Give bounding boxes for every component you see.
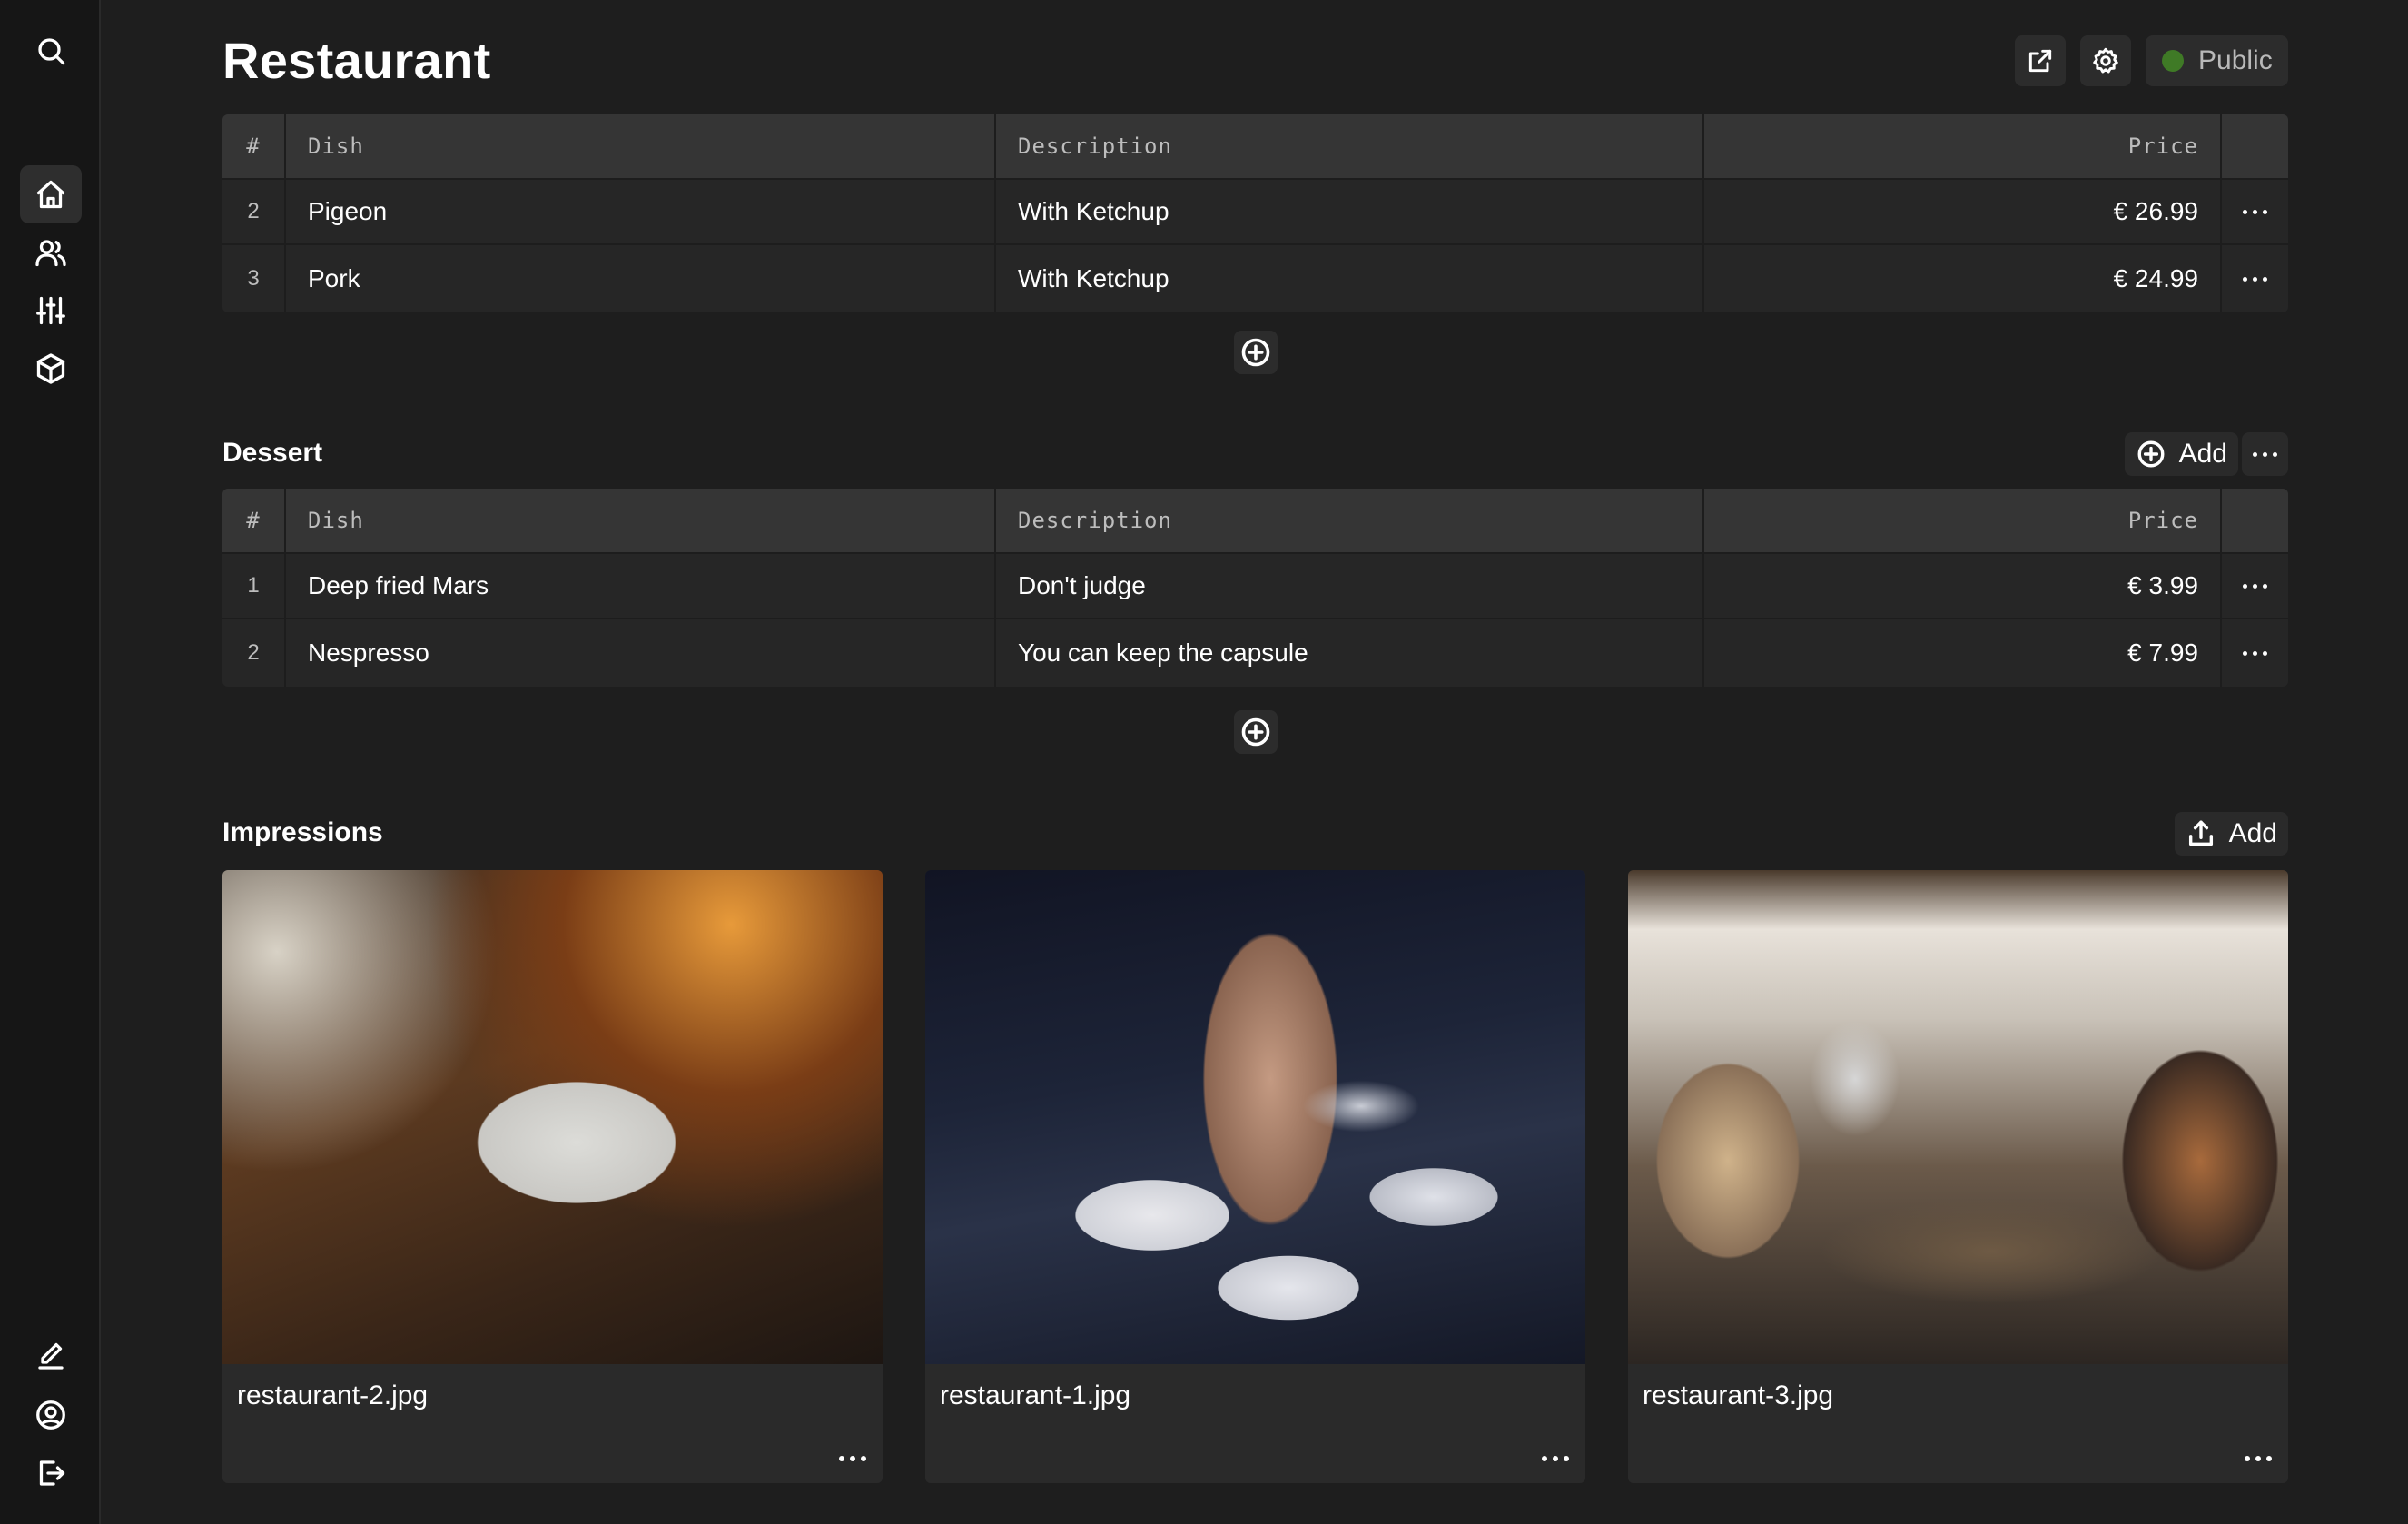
upload-icon (2188, 820, 2213, 846)
table-row[interactable]: 2 Nespresso You can keep the capsule € 7… (222, 619, 2288, 687)
dessert-add-label: Add (2178, 439, 2227, 469)
main-dishes-table: # Dish Description Price 2 Pigeon With K… (222, 114, 2288, 312)
row-number: 2 (222, 180, 286, 243)
column-header-actions (2222, 114, 2288, 178)
impressions-actions: Add (2174, 812, 2288, 856)
logout-button[interactable] (20, 1444, 82, 1502)
home-icon (36, 180, 65, 209)
dessert-add-button[interactable]: Add (2124, 432, 2238, 476)
dish-price[interactable]: € 7.99 (1704, 619, 2222, 687)
visibility-toggle[interactable]: Public (2146, 35, 2288, 86)
column-header-price[interactable]: Price (1704, 114, 2222, 178)
image-card[interactable]: restaurant-2.jpg (222, 870, 883, 1483)
sliders-icon (36, 296, 65, 325)
column-header-description[interactable]: Description (996, 489, 1704, 552)
image-menu-button[interactable] (2245, 1456, 2272, 1461)
main-content: Restaurant Public # Dish Description Pri… (222, 0, 2288, 1524)
image-thumbnail[interactable] (222, 870, 883, 1364)
dish-description[interactable]: With Ketchup (996, 180, 1704, 243)
more-icon (1542, 1456, 1569, 1461)
more-icon (2253, 451, 2277, 457)
users-icon (35, 240, 66, 267)
dessert-table: # Dish Description Price 1 Deep fried Ma… (222, 489, 2288, 687)
image-thumbnail[interactable] (925, 870, 1585, 1364)
dish-name[interactable]: Pork (286, 245, 996, 312)
impressions-upload-button[interactable]: Add (2174, 812, 2288, 856)
column-header-actions (2222, 489, 2288, 552)
column-header-description[interactable]: Description (996, 114, 1704, 178)
edit-button[interactable] (20, 1328, 82, 1386)
dish-description[interactable]: You can keep the capsule (996, 619, 1704, 687)
dish-price[interactable]: € 24.99 (1704, 245, 2222, 312)
more-icon (839, 1456, 866, 1461)
more-icon (2243, 209, 2267, 214)
table-row[interactable]: 2 Pigeon With Ketchup € 26.99 (222, 180, 2288, 245)
nav-settings-sliders[interactable] (20, 282, 82, 340)
more-icon (2243, 276, 2267, 282)
more-icon (2245, 1456, 2272, 1461)
plus-circle-icon (1241, 338, 1270, 367)
table-row[interactable]: 3 Pork With Ketchup € 24.99 (222, 245, 2288, 312)
search-button[interactable] (20, 22, 82, 80)
column-header-dish[interactable]: Dish (286, 114, 996, 178)
row-menu-button[interactable] (2222, 619, 2288, 687)
row-menu-button[interactable] (2222, 245, 2288, 312)
image-card[interactable]: restaurant-1.jpg (925, 870, 1585, 1483)
sidebar (0, 0, 101, 1524)
visibility-label: Public (2198, 45, 2273, 75)
image-filename: restaurant-2.jpg (237, 1381, 429, 1410)
image-thumbnail[interactable] (1628, 870, 2288, 1364)
dish-description[interactable]: With Ketchup (996, 245, 1704, 312)
dish-name[interactable]: Nespresso (286, 619, 996, 687)
image-filename: restaurant-3.jpg (1643, 1381, 1834, 1410)
image-menu-button[interactable] (1542, 1456, 1569, 1461)
impressions-add-label: Add (2228, 818, 2277, 848)
section-title-dessert: Dessert (222, 438, 323, 468)
open-external-button[interactable] (2015, 35, 2066, 86)
nav-home[interactable] (20, 165, 82, 223)
gear-icon (2093, 47, 2118, 74)
dessert-actions: Add (2124, 432, 2288, 476)
column-header-number[interactable]: # (222, 489, 286, 552)
section-title-impressions: Impressions (222, 817, 383, 847)
add-row-button[interactable] (1234, 710, 1278, 754)
image-filename: restaurant-1.jpg (940, 1381, 1131, 1410)
page-title: Restaurant (222, 32, 491, 89)
add-row-button[interactable] (1234, 331, 1278, 374)
dish-price[interactable]: € 3.99 (1704, 554, 2222, 618)
box-icon (36, 353, 65, 384)
more-icon (2243, 583, 2267, 589)
status-dot (2162, 50, 2184, 72)
row-menu-button[interactable] (2222, 180, 2288, 243)
row-menu-button[interactable] (2222, 554, 2288, 618)
edit-icon (38, 1342, 64, 1370)
dish-name[interactable]: Pigeon (286, 180, 996, 243)
dessert-more-button[interactable] (2242, 432, 2288, 476)
row-number: 3 (222, 245, 286, 312)
settings-button[interactable] (2080, 35, 2131, 86)
account-button[interactable] (20, 1386, 82, 1444)
table-row[interactable]: 1 Deep fried Mars Don't judge € 3.99 (222, 554, 2288, 619)
column-header-dish[interactable]: Dish (286, 489, 996, 552)
dish-price[interactable]: € 26.99 (1704, 180, 2222, 243)
plus-circle-icon (1241, 717, 1270, 747)
table-header: # Dish Description Price (222, 114, 2288, 180)
row-number: 2 (222, 619, 286, 687)
image-card[interactable]: restaurant-3.jpg (1628, 870, 2288, 1483)
logout-icon (39, 1460, 65, 1486)
plus-circle-icon (2137, 440, 2165, 468)
more-icon (2243, 650, 2267, 656)
dish-name[interactable]: Deep fried Mars (286, 554, 996, 618)
image-menu-button[interactable] (839, 1456, 866, 1461)
table-header: # Dish Description Price (222, 489, 2288, 554)
nav-modules[interactable] (20, 340, 82, 398)
search-icon (38, 38, 65, 65)
nav-users[interactable] (20, 223, 82, 282)
user-circle-icon (36, 1400, 65, 1430)
column-header-price[interactable]: Price (1704, 489, 2222, 552)
external-link-icon (2028, 49, 2052, 73)
dish-description[interactable]: Don't judge (996, 554, 1704, 618)
column-header-number[interactable]: # (222, 114, 286, 178)
row-number: 1 (222, 554, 286, 618)
